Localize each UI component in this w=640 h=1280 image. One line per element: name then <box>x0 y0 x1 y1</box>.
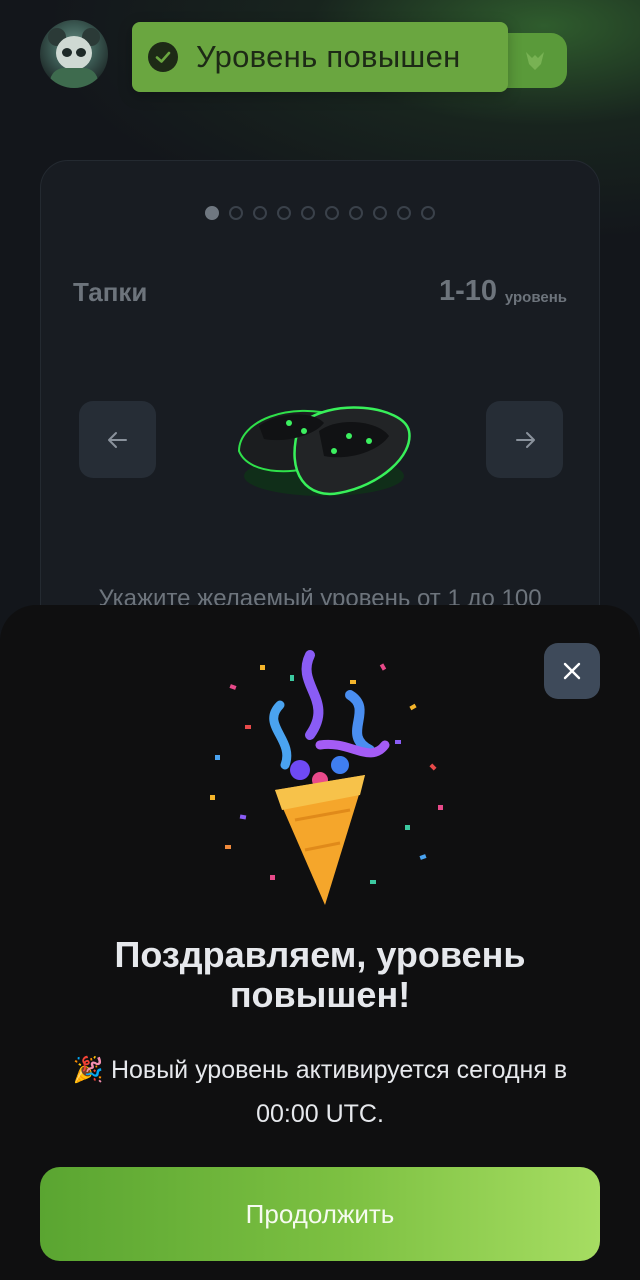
item-name: Тапки <box>73 277 148 307</box>
check-circle-icon <box>148 42 178 72</box>
close-button[interactable] <box>544 643 600 699</box>
avatar[interactable] <box>40 20 108 88</box>
sheet-description: 🎉 Новый уровень активируется сегодня в 0… <box>40 1048 600 1136</box>
arrow-left-icon <box>107 431 127 448</box>
pager-dot[interactable] <box>349 206 363 220</box>
toast-notification: Уровень повышен <box>132 22 508 92</box>
party-emoji: 🎉 <box>72 1056 104 1084</box>
pager-dot[interactable] <box>277 206 291 220</box>
pager-dot[interactable] <box>325 206 339 220</box>
prev-item-button[interactable] <box>79 401 156 478</box>
close-icon <box>563 662 581 680</box>
pager-dot[interactable] <box>421 206 435 220</box>
sheet-description-text: Новый уровень активируется сегодня в 00:… <box>110 1056 568 1128</box>
avatar-body <box>50 68 98 88</box>
pager-dot[interactable] <box>373 206 387 220</box>
pager-dot[interactable] <box>229 206 243 220</box>
pager-dot[interactable] <box>205 206 219 220</box>
pager-dot[interactable] <box>301 206 315 220</box>
slippers-image <box>237 406 411 496</box>
avatar-eye <box>76 48 86 57</box>
level-up-sheet: Поздравляем, уровень повышен! 🎉 Новый ур… <box>0 605 640 1280</box>
toast-text: Уровень повышен <box>196 39 461 74</box>
continue-button[interactable]: Продолжить <box>40 1167 600 1261</box>
level-word: уровень <box>504 289 567 306</box>
pager-dot[interactable] <box>253 206 267 220</box>
fox-logo-icon <box>526 51 544 70</box>
next-item-button[interactable] <box>486 401 563 478</box>
pager-dot[interactable] <box>397 206 411 220</box>
item-card: Тапки 1-10 уровень Укажите желаемый уров… <box>40 160 600 680</box>
avatar-eye <box>62 48 72 57</box>
arrow-right-icon <box>515 431 535 448</box>
sheet-title: Поздравляем, уровень повышен! <box>114 934 526 1015</box>
pager-dots <box>41 206 599 220</box>
level-range: 1-10 <box>438 275 497 307</box>
party-popper-icon <box>210 650 443 905</box>
